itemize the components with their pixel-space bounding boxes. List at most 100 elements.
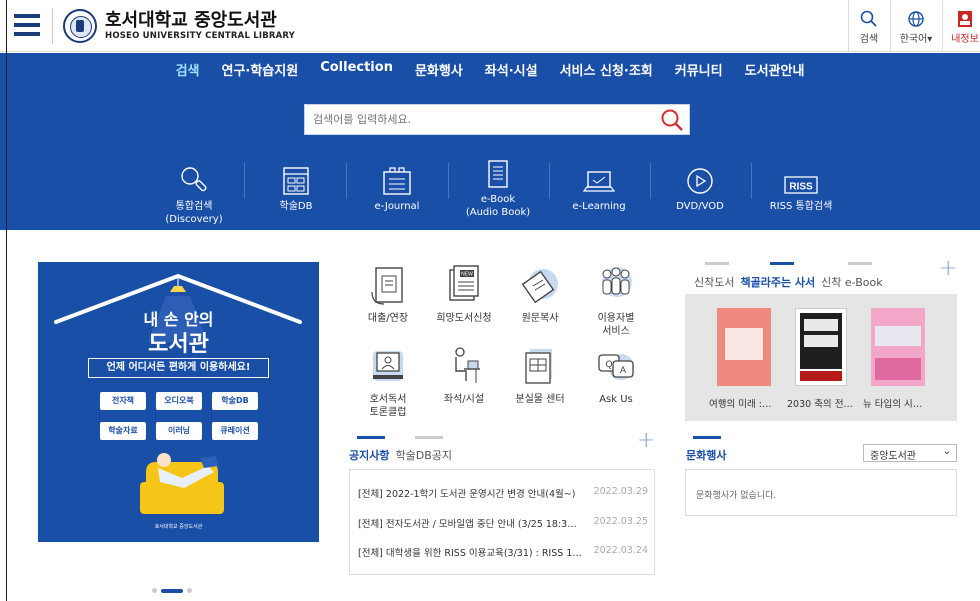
book-title[interactable]: 뉴 타입의 시…: [863, 396, 922, 410]
language-button[interactable]: 한국어▾: [891, 8, 941, 45]
nav-services[interactable]: 서비스 신청·조회: [549, 60, 664, 79]
search-submit-icon[interactable]: [659, 108, 685, 132]
book-cover[interactable]: [717, 308, 771, 386]
service-user-types[interactable]: 이용자별 서비스: [575, 262, 657, 338]
quick-riss[interactable]: RISS RISS 통합검색: [751, 160, 851, 213]
reading-person-illustration: [140, 453, 224, 514]
quick-label: DVD/VOD: [676, 201, 724, 212]
my-info-label: 내정보: [951, 34, 979, 45]
copy-icon: [499, 262, 581, 306]
db-notice-tab-marker: [415, 436, 443, 439]
university-seal-icon: [63, 9, 97, 43]
banner-btn-db[interactable]: 학술DB: [212, 392, 258, 410]
user-icon: [945, 8, 980, 30]
service-label-sub: 서비스: [602, 326, 630, 337]
service-label: 원문복사: [521, 313, 559, 324]
header-search-button[interactable]: 검색: [849, 8, 889, 45]
book-carousel: 여행의 미래 :… 2030 축의 전… 뉴 타입의 시…: [685, 294, 957, 421]
site-title: 호서대학교 중앙도서관: [105, 10, 277, 31]
menu-icon[interactable]: [14, 14, 40, 36]
list-item[interactable]: [전체] 대학생을 위한 RISS 이용교육(3/31) : RISS 1… 2…: [358, 545, 650, 562]
notice-title: [전체] 대학생을 위한 RISS 이용교육(3/31) : RISS 1…: [358, 548, 582, 559]
nav-research[interactable]: 연구·학습지원: [210, 60, 309, 79]
tab-db-notice[interactable]: 학술DB공지: [395, 447, 452, 463]
list-item[interactable]: [전체] 전자도서관 / 모바일앱 중단 안내 (3/25 18:3… 2022…: [358, 516, 650, 533]
book-title[interactable]: 여행의 미래 :…: [709, 396, 771, 410]
journal-icon: [347, 160, 447, 196]
librarian-tab-marker: [770, 262, 794, 265]
svg-text:NEW: NEW: [461, 272, 473, 278]
service-ask-us[interactable]: QA Ask Us: [575, 343, 657, 406]
quick-ebook[interactable]: e-Book (Audio Book): [448, 153, 548, 219]
service-label: 분실물 센터: [515, 394, 565, 405]
quick-discovery[interactable]: 통합검색 (Discovery): [144, 160, 244, 226]
banner-btn-materials[interactable]: 학술자료: [100, 422, 146, 440]
banner-btn-elearning[interactable]: 이러닝: [156, 422, 202, 440]
service-lost-found[interactable]: 분실물 센터: [499, 343, 581, 406]
notice-title: [전체] 전자도서관 / 모바일앱 중단 안내 (3/25 18:3…: [358, 519, 577, 530]
banner-dot-active[interactable]: [161, 588, 183, 593]
quick-dvd[interactable]: DVD/VOD: [650, 160, 750, 213]
svg-text:A: A: [620, 365, 626, 375]
tab-librarian-pick[interactable]: 책골라주는 사서: [740, 274, 815, 290]
banner-dot[interactable]: [152, 588, 157, 593]
new-books-tab-marker: [705, 262, 729, 265]
users-icon: [575, 262, 657, 306]
site-title-en: HOSEO UNIVERSITY CENTRAL LIBRARY: [105, 31, 296, 41]
discussion-icon: [347, 343, 429, 387]
service-seats[interactable]: 좌석/시설: [423, 343, 505, 406]
quick-elearning[interactable]: e-Learning: [549, 160, 649, 213]
nav-community[interactable]: 커뮤니티: [664, 60, 734, 79]
quick-ejournal[interactable]: e-Journal: [347, 160, 447, 213]
promo-banner[interactable]: 내 손 안의 도서관 언제 어디서든 편하게 이용하세요! 전자책 오디오북 학…: [38, 262, 319, 542]
list-item[interactable]: [전체] 2022-1학기 도서관 운영시간 변경 안내(4월~) 2022.0…: [358, 486, 650, 503]
library-select[interactable]: 중앙도서관 ⌄: [863, 444, 957, 462]
books-more-icon[interactable]: +: [939, 256, 957, 281]
tab-notice[interactable]: 공지사항: [349, 447, 389, 463]
book-cover[interactable]: [871, 308, 925, 386]
nav-culture[interactable]: 문화행사: [404, 60, 474, 79]
banner-btn-curation[interactable]: 큐레이션: [212, 422, 258, 440]
logo[interactable]: 호서대학교 중앙도서관 HOSEO UNIVERSITY CENTRAL LIB…: [52, 8, 295, 44]
book-cover[interactable]: [795, 308, 847, 386]
service-reading-club[interactable]: 호서독서 토론클럽: [347, 343, 429, 419]
main-navigation: 검색 연구·학습지원 Collection 문화행사 좌석·시설 서비스 신청·…: [0, 60, 980, 79]
tab-new-books[interactable]: 신착도서: [694, 274, 734, 290]
quick-label: e-Learning: [572, 201, 626, 212]
database-icon: [246, 160, 346, 196]
header: 호서대학교 중앙도서관 HOSEO UNIVERSITY CENTRAL LIB…: [0, 0, 980, 52]
banner-btn-audiobook[interactable]: 오디오북: [156, 392, 202, 410]
quick-label: 학술DB: [279, 201, 313, 212]
globe-icon: [891, 8, 941, 30]
banner-footer: 호서대학교 중앙도서관: [154, 524, 203, 530]
book-title[interactable]: 2030 축의 전…: [787, 396, 853, 410]
new-book-icon: NEW: [423, 262, 505, 306]
notice-more-icon[interactable]: +: [637, 428, 655, 453]
tab-new-ebook[interactable]: 신착 e-Book: [821, 274, 882, 290]
notice-tabs: 공지사항 학술DB공지: [349, 447, 452, 463]
search-box: [304, 104, 690, 135]
svg-text:RISS: RISS: [789, 182, 813, 193]
service-loan[interactable]: 대출/연장: [347, 262, 429, 325]
banner-btn-ebook[interactable]: 전자책: [100, 392, 146, 410]
nav-collection[interactable]: Collection: [309, 60, 404, 79]
chevron-down-icon: ⌄: [942, 446, 951, 457]
search-icon: [849, 8, 889, 30]
banner-dot[interactable]: [187, 588, 192, 593]
ebook-icon: [448, 153, 548, 189]
service-label: 호서독서: [369, 394, 407, 405]
quick-database[interactable]: 학술DB: [246, 160, 346, 213]
service-copy[interactable]: 원문복사: [499, 262, 581, 325]
library-select-value: 중앙도서관: [870, 451, 916, 462]
tab-events[interactable]: 문화행사: [686, 447, 726, 463]
search-input[interactable]: [305, 105, 645, 134]
service-label-sub: 토론클럽: [369, 407, 407, 418]
service-book-request[interactable]: NEW 희망도서신청: [423, 262, 505, 325]
nav-search[interactable]: 검색: [165, 60, 211, 79]
my-info-button[interactable]: 내정보: [945, 8, 980, 45]
banner-subtitle: 언제 어디서든 편하게 이용하세요!: [88, 358, 269, 378]
nav-seats[interactable]: 좌석·시설: [474, 60, 549, 79]
notice-date: 2022.03.29: [593, 486, 648, 497]
service-label: 희망도서신청: [436, 313, 492, 324]
nav-about[interactable]: 도서관안내: [734, 60, 816, 79]
